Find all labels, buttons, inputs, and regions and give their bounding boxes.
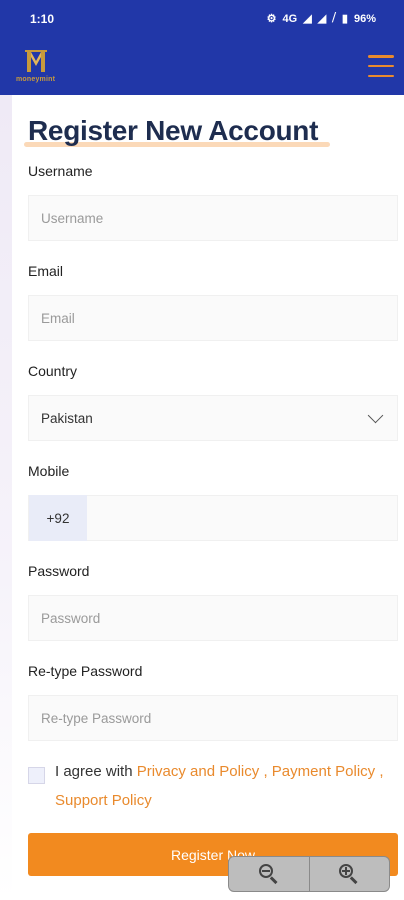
support-policy-link[interactable]: Support Policy [55,792,152,809]
username-label: Username [28,163,93,179]
zoom-control [228,856,390,892]
country-label: Country [28,363,78,379]
battery-icon: ▮ [341,13,348,25]
country-select[interactable]: Pakistan [28,395,398,441]
left-decor-strip [0,95,12,900]
email-field[interactable]: Email [28,295,398,341]
app-logo[interactable]: moneymint [16,49,55,83]
page-title-text: Register New Account [28,115,319,146]
agree-terms-row: I agree with Privacy and Policy , Paymen… [28,763,398,815]
retype-password-placeholder: Re-type Password [41,710,152,726]
register-form: Register New Account Username Username E… [24,95,398,876]
password-placeholder: Password [41,610,101,626]
agree-text: I agree with Privacy and Policy , Paymen… [55,757,398,815]
retype-password-label: Re-type Password [28,663,143,679]
logo-mark-icon [24,50,47,72]
logo-text: moneymint [16,76,56,83]
status-icons: ⚙ 4G ◢ ◢ ⧸ ▮ 96% [267,12,376,25]
username-placeholder: Username [41,210,104,226]
network-type: 4G [282,12,298,25]
mobile-field[interactable]: +92 [28,495,398,541]
signal-icon: ◢ [303,13,312,25]
agree-separator-1: , [259,763,272,780]
email-placeholder: Email [41,310,75,326]
page-title: Register New Account [24,95,330,147]
country-code-prefix: +92 [29,495,87,541]
agree-prefix: I agree with [55,763,137,780]
hamburger-menu-icon[interactable] [368,55,394,77]
payment-policy-link[interactable]: Payment Policy [272,763,375,780]
username-field[interactable]: Username [28,195,398,241]
zoom-out-icon [258,864,279,884]
app-bar: moneymint [0,37,404,95]
zoom-in-icon [339,864,359,884]
wifi-signal-icon: ◢ [317,13,327,25]
privacy-policy-link[interactable]: Privacy and Policy [137,763,260,780]
no-sim-icon: ⧸ [332,12,336,24]
chevron-down-icon [367,407,384,423]
status-time: 1:10 [30,11,55,26]
agree-checkbox[interactable] [28,767,45,784]
status-bar: 1:10 ⚙ 4G ◢ ◢ ⧸ ▮ 96% [0,0,404,37]
zoom-out-button[interactable] [229,857,309,891]
mobile-label: Mobile [28,463,70,479]
country-value: Pakistan [41,410,93,426]
sync-icon: ⚙ [266,13,277,25]
retype-password-field[interactable]: Re-type Password [28,695,398,741]
password-label: Password [28,563,90,579]
battery-percent: 96% [353,12,376,25]
zoom-in-button[interactable] [308,857,390,891]
agree-separator-2: , [375,763,384,780]
password-field[interactable]: Password [28,595,398,641]
email-label: Email [28,263,64,279]
